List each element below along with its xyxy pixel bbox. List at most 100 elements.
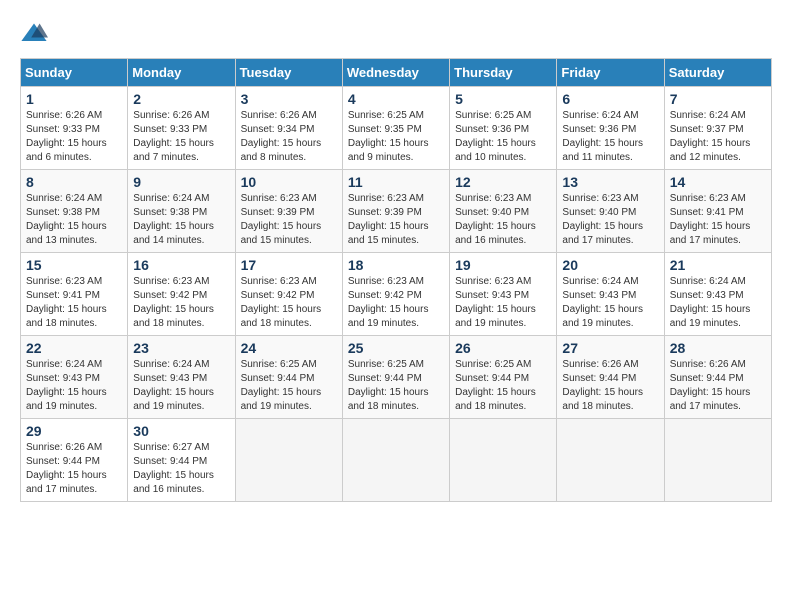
calendar-cell: 27 Sunrise: 6:26 AM Sunset: 9:44 PM Dayl… <box>557 336 664 419</box>
day-info: Sunrise: 6:25 AM Sunset: 9:44 PM Dayligh… <box>348 358 444 414</box>
calendar-cell: 25 Sunrise: 6:25 AM Sunset: 9:44 PM Dayl… <box>342 336 449 419</box>
day-number: 24 <box>241 340 337 356</box>
calendar-cell: 15 Sunrise: 6:23 AM Sunset: 9:41 PM Dayl… <box>21 253 128 336</box>
day-number: 25 <box>348 340 444 356</box>
logo-icon <box>20 20 48 48</box>
day-info: Sunrise: 6:23 AM Sunset: 9:42 PM Dayligh… <box>133 275 229 331</box>
day-number: 30 <box>133 423 229 439</box>
day-info: Sunrise: 6:26 AM Sunset: 9:33 PM Dayligh… <box>26 109 122 165</box>
day-number: 2 <box>133 91 229 107</box>
calendar-cell: 29 Sunrise: 6:26 AM Sunset: 9:44 PM Dayl… <box>21 419 128 502</box>
day-info: Sunrise: 6:23 AM Sunset: 9:41 PM Dayligh… <box>670 192 766 248</box>
logo <box>20 20 50 48</box>
calendar-cell: 5 Sunrise: 6:25 AM Sunset: 9:36 PM Dayli… <box>450 87 557 170</box>
day-number: 28 <box>670 340 766 356</box>
day-info: Sunrise: 6:24 AM Sunset: 9:43 PM Dayligh… <box>133 358 229 414</box>
calendar-cell <box>342 419 449 502</box>
calendar-table: SundayMondayTuesdayWednesdayThursdayFrid… <box>20 58 772 502</box>
day-number: 11 <box>348 174 444 190</box>
day-info: Sunrise: 6:23 AM Sunset: 9:42 PM Dayligh… <box>348 275 444 331</box>
weekday-header-wednesday: Wednesday <box>342 59 449 87</box>
day-number: 5 <box>455 91 551 107</box>
day-number: 22 <box>26 340 122 356</box>
calendar-cell: 17 Sunrise: 6:23 AM Sunset: 9:42 PM Dayl… <box>235 253 342 336</box>
day-number: 18 <box>348 257 444 273</box>
calendar-cell: 9 Sunrise: 6:24 AM Sunset: 9:38 PM Dayli… <box>128 170 235 253</box>
calendar-cell: 11 Sunrise: 6:23 AM Sunset: 9:39 PM Dayl… <box>342 170 449 253</box>
day-info: Sunrise: 6:24 AM Sunset: 9:37 PM Dayligh… <box>670 109 766 165</box>
day-info: Sunrise: 6:23 AM Sunset: 9:39 PM Dayligh… <box>241 192 337 248</box>
calendar-cell: 2 Sunrise: 6:26 AM Sunset: 9:33 PM Dayli… <box>128 87 235 170</box>
calendar-cell: 1 Sunrise: 6:26 AM Sunset: 9:33 PM Dayli… <box>21 87 128 170</box>
day-info: Sunrise: 6:24 AM Sunset: 9:43 PM Dayligh… <box>26 358 122 414</box>
day-info: Sunrise: 6:26 AM Sunset: 9:44 PM Dayligh… <box>26 441 122 497</box>
calendar-cell: 10 Sunrise: 6:23 AM Sunset: 9:39 PM Dayl… <box>235 170 342 253</box>
day-number: 8 <box>26 174 122 190</box>
calendar-week-3: 15 Sunrise: 6:23 AM Sunset: 9:41 PM Dayl… <box>21 253 772 336</box>
calendar-body: 1 Sunrise: 6:26 AM Sunset: 9:33 PM Dayli… <box>21 87 772 502</box>
day-number: 10 <box>241 174 337 190</box>
calendar-cell: 23 Sunrise: 6:24 AM Sunset: 9:43 PM Dayl… <box>128 336 235 419</box>
weekday-header-friday: Friday <box>557 59 664 87</box>
weekday-header-sunday: Sunday <box>21 59 128 87</box>
weekday-header-monday: Monday <box>128 59 235 87</box>
day-info: Sunrise: 6:23 AM Sunset: 9:39 PM Dayligh… <box>348 192 444 248</box>
day-info: Sunrise: 6:25 AM Sunset: 9:44 PM Dayligh… <box>455 358 551 414</box>
day-number: 17 <box>241 257 337 273</box>
day-number: 16 <box>133 257 229 273</box>
day-info: Sunrise: 6:24 AM Sunset: 9:38 PM Dayligh… <box>26 192 122 248</box>
calendar-week-1: 1 Sunrise: 6:26 AM Sunset: 9:33 PM Dayli… <box>21 87 772 170</box>
calendar-week-5: 29 Sunrise: 6:26 AM Sunset: 9:44 PM Dayl… <box>21 419 772 502</box>
day-number: 23 <box>133 340 229 356</box>
day-number: 15 <box>26 257 122 273</box>
page-header <box>20 20 772 48</box>
day-number: 3 <box>241 91 337 107</box>
day-number: 27 <box>562 340 658 356</box>
weekday-header-thursday: Thursday <box>450 59 557 87</box>
calendar-cell: 12 Sunrise: 6:23 AM Sunset: 9:40 PM Dayl… <box>450 170 557 253</box>
day-number: 19 <box>455 257 551 273</box>
day-info: Sunrise: 6:24 AM Sunset: 9:38 PM Dayligh… <box>133 192 229 248</box>
calendar-cell: 20 Sunrise: 6:24 AM Sunset: 9:43 PM Dayl… <box>557 253 664 336</box>
day-info: Sunrise: 6:26 AM Sunset: 9:33 PM Dayligh… <box>133 109 229 165</box>
calendar-cell: 28 Sunrise: 6:26 AM Sunset: 9:44 PM Dayl… <box>664 336 771 419</box>
calendar-cell <box>664 419 771 502</box>
calendar-cell: 21 Sunrise: 6:24 AM Sunset: 9:43 PM Dayl… <box>664 253 771 336</box>
day-info: Sunrise: 6:23 AM Sunset: 9:42 PM Dayligh… <box>241 275 337 331</box>
calendar-week-2: 8 Sunrise: 6:24 AM Sunset: 9:38 PM Dayli… <box>21 170 772 253</box>
day-info: Sunrise: 6:23 AM Sunset: 9:41 PM Dayligh… <box>26 275 122 331</box>
day-number: 21 <box>670 257 766 273</box>
weekday-header-row: SundayMondayTuesdayWednesdayThursdayFrid… <box>21 59 772 87</box>
day-info: Sunrise: 6:23 AM Sunset: 9:40 PM Dayligh… <box>562 192 658 248</box>
calendar-cell: 18 Sunrise: 6:23 AM Sunset: 9:42 PM Dayl… <box>342 253 449 336</box>
day-number: 9 <box>133 174 229 190</box>
calendar-cell: 8 Sunrise: 6:24 AM Sunset: 9:38 PM Dayli… <box>21 170 128 253</box>
calendar-cell <box>557 419 664 502</box>
day-number: 26 <box>455 340 551 356</box>
day-number: 7 <box>670 91 766 107</box>
calendar-cell: 30 Sunrise: 6:27 AM Sunset: 9:44 PM Dayl… <box>128 419 235 502</box>
day-info: Sunrise: 6:26 AM Sunset: 9:44 PM Dayligh… <box>670 358 766 414</box>
calendar-cell: 4 Sunrise: 6:25 AM Sunset: 9:35 PM Dayli… <box>342 87 449 170</box>
calendar-cell: 19 Sunrise: 6:23 AM Sunset: 9:43 PM Dayl… <box>450 253 557 336</box>
day-info: Sunrise: 6:27 AM Sunset: 9:44 PM Dayligh… <box>133 441 229 497</box>
calendar-cell: 13 Sunrise: 6:23 AM Sunset: 9:40 PM Dayl… <box>557 170 664 253</box>
day-number: 4 <box>348 91 444 107</box>
day-info: Sunrise: 6:24 AM Sunset: 9:43 PM Dayligh… <box>670 275 766 331</box>
calendar-week-4: 22 Sunrise: 6:24 AM Sunset: 9:43 PM Dayl… <box>21 336 772 419</box>
day-number: 20 <box>562 257 658 273</box>
calendar-cell <box>450 419 557 502</box>
calendar-cell: 14 Sunrise: 6:23 AM Sunset: 9:41 PM Dayl… <box>664 170 771 253</box>
day-info: Sunrise: 6:25 AM Sunset: 9:35 PM Dayligh… <box>348 109 444 165</box>
calendar-cell: 26 Sunrise: 6:25 AM Sunset: 9:44 PM Dayl… <box>450 336 557 419</box>
day-info: Sunrise: 6:26 AM Sunset: 9:34 PM Dayligh… <box>241 109 337 165</box>
calendar-cell: 22 Sunrise: 6:24 AM Sunset: 9:43 PM Dayl… <box>21 336 128 419</box>
day-info: Sunrise: 6:26 AM Sunset: 9:44 PM Dayligh… <box>562 358 658 414</box>
calendar-cell: 6 Sunrise: 6:24 AM Sunset: 9:36 PM Dayli… <box>557 87 664 170</box>
day-info: Sunrise: 6:24 AM Sunset: 9:43 PM Dayligh… <box>562 275 658 331</box>
calendar-cell: 3 Sunrise: 6:26 AM Sunset: 9:34 PM Dayli… <box>235 87 342 170</box>
weekday-header-tuesday: Tuesday <box>235 59 342 87</box>
calendar-cell <box>235 419 342 502</box>
weekday-header-saturday: Saturday <box>664 59 771 87</box>
day-number: 14 <box>670 174 766 190</box>
